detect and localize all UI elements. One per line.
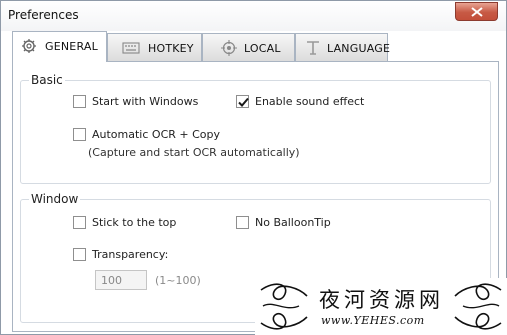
tab-hotkey[interactable]: HOTKEY <box>107 33 202 61</box>
close-button[interactable] <box>455 2 498 21</box>
start-with-windows-label: Start with Windows <box>92 95 199 108</box>
close-icon <box>471 7 483 17</box>
auto-ocr-hint: (Capture and start OCR automatically) <box>88 146 300 159</box>
transparency-label: Transparency: <box>92 248 169 261</box>
start-with-windows-checkbox[interactable] <box>73 95 86 108</box>
checkmark-icon <box>238 97 249 107</box>
basic-legend: Basic <box>29 73 65 87</box>
target-icon <box>221 40 237 56</box>
gear-icon <box>22 39 36 53</box>
text-icon <box>307 41 319 55</box>
stick-top-checkbox[interactable] <box>73 216 86 229</box>
window-legend: Window <box>29 192 81 206</box>
auto-ocr-label: Automatic OCR + Copy <box>92 128 221 141</box>
basic-group: Basic Start with Windows Enable sound ef… <box>20 73 491 184</box>
stick-top-label: Stick to the top <box>92 216 177 229</box>
tab-general[interactable]: GENERAL <box>12 31 107 62</box>
transparency-range: (1~100) <box>155 274 201 287</box>
auto-ocr-checkbox[interactable] <box>73 128 86 141</box>
tab-language-label: LANGUAGE <box>327 42 391 55</box>
enable-sound-label: Enable sound effect <box>255 95 365 108</box>
tab-general-label: GENERAL <box>45 40 98 53</box>
title-bar: Preferences <box>1 1 506 31</box>
window-title: Preferences <box>8 8 79 22</box>
tab-local[interactable]: LOCAL <box>202 33 295 61</box>
no-balloon-checkbox[interactable] <box>236 216 249 229</box>
tab-local-label: LOCAL <box>244 42 281 55</box>
watermark: 夜河资源网 www.YEHES.com <box>255 278 507 335</box>
enable-sound-checkbox[interactable] <box>236 95 249 108</box>
transparency-checkbox[interactable] <box>73 248 86 261</box>
watermark-url: www.YEHES.com <box>321 314 425 327</box>
tab-language[interactable]: LANGUAGE <box>295 33 391 61</box>
keyboard-icon <box>122 42 140 54</box>
tab-hotkey-label: HOTKEY <box>148 42 194 55</box>
watermark-title: 夜河资源网 <box>319 288 444 312</box>
transparency-input[interactable]: 100 <box>95 270 147 290</box>
no-balloon-label: No BalloonTip <box>255 216 331 229</box>
